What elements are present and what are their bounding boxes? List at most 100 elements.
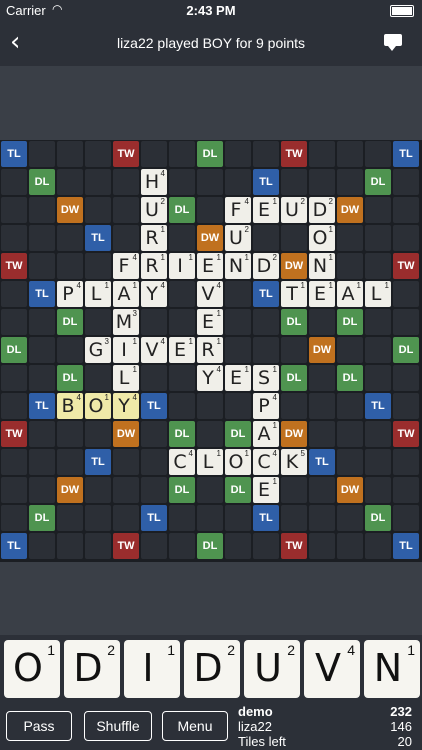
bonus-square[interactable]: TL: [253, 281, 279, 307]
bonus-square[interactable]: DL: [169, 421, 195, 447]
board-square[interactable]: [85, 505, 111, 531]
board-square[interactable]: [113, 225, 139, 251]
bonus-square[interactable]: DL: [225, 477, 251, 503]
board-square[interactable]: [85, 169, 111, 195]
board-square[interactable]: [85, 197, 111, 223]
board-square[interactable]: [337, 225, 363, 251]
bonus-square[interactable]: DL: [197, 533, 223, 559]
board-square[interactable]: [309, 505, 335, 531]
board-square[interactable]: [29, 309, 55, 335]
board-square[interactable]: [281, 393, 307, 419]
board-square[interactable]: [337, 393, 363, 419]
board-square[interactable]: [141, 449, 167, 475]
bonus-square[interactable]: DL: [365, 169, 391, 195]
bonus-square[interactable]: DW: [197, 225, 223, 251]
board-square[interactable]: [57, 253, 83, 279]
board-square[interactable]: [309, 309, 335, 335]
bonus-square[interactable]: DW: [57, 477, 83, 503]
board-square[interactable]: [393, 449, 419, 475]
bonus-square[interactable]: TW: [1, 421, 27, 447]
board-square[interactable]: [393, 365, 419, 391]
board-square[interactable]: [281, 169, 307, 195]
board-square[interactable]: [225, 309, 251, 335]
board-square[interactable]: [309, 141, 335, 167]
bonus-square[interactable]: TW: [1, 253, 27, 279]
board-square[interactable]: [57, 449, 83, 475]
board-square[interactable]: [29, 477, 55, 503]
board-square[interactable]: [253, 225, 279, 251]
bonus-square[interactable]: TL: [1, 141, 27, 167]
board-square[interactable]: [393, 309, 419, 335]
board-square[interactable]: [393, 197, 419, 223]
bonus-square[interactable]: TW: [113, 141, 139, 167]
board-square[interactable]: [141, 365, 167, 391]
bonus-square[interactable]: DL: [225, 421, 251, 447]
board-square[interactable]: [225, 141, 251, 167]
board-square[interactable]: [113, 505, 139, 531]
board-square[interactable]: [29, 533, 55, 559]
rack-tile[interactable]: D2: [64, 640, 120, 698]
board-square[interactable]: [197, 197, 223, 223]
board-square[interactable]: [1, 309, 27, 335]
board-square[interactable]: [57, 225, 83, 251]
board-square[interactable]: [29, 337, 55, 363]
board-square[interactable]: [365, 141, 391, 167]
board-square[interactable]: [393, 281, 419, 307]
bonus-square[interactable]: DW: [337, 197, 363, 223]
board-square[interactable]: [253, 309, 279, 335]
board-square[interactable]: [57, 505, 83, 531]
board-square[interactable]: [281, 225, 307, 251]
board-square[interactable]: [225, 169, 251, 195]
board-square[interactable]: [141, 309, 167, 335]
board-square[interactable]: [169, 225, 195, 251]
board-square[interactable]: [365, 421, 391, 447]
board-square[interactable]: [337, 533, 363, 559]
bonus-square[interactable]: DL: [365, 505, 391, 531]
board-square[interactable]: [365, 533, 391, 559]
board-square[interactable]: [393, 225, 419, 251]
bonus-square[interactable]: DL: [29, 505, 55, 531]
board-square[interactable]: [225, 505, 251, 531]
board-square[interactable]: [85, 309, 111, 335]
bonus-square[interactable]: DL: [337, 309, 363, 335]
board-square[interactable]: [141, 477, 167, 503]
board-square[interactable]: [281, 477, 307, 503]
bonus-square[interactable]: DW: [337, 477, 363, 503]
board-square[interactable]: [85, 533, 111, 559]
board-square[interactable]: [197, 421, 223, 447]
bonus-square[interactable]: DW: [309, 337, 335, 363]
board-square[interactable]: [365, 225, 391, 251]
board-square[interactable]: [309, 477, 335, 503]
board-square[interactable]: [365, 477, 391, 503]
board-square[interactable]: [309, 365, 335, 391]
game-board[interactable]: TL TW DL TW TL DL H 4 TL DL DW U 2 DL F 4 E 1 U 2 D 2 DW TL R 1 DW…: [0, 140, 422, 562]
bonus-square[interactable]: TL: [1, 533, 27, 559]
board-square[interactable]: [29, 421, 55, 447]
rack-tile[interactable]: O1: [4, 640, 60, 698]
board-square[interactable]: [169, 533, 195, 559]
board-square[interactable]: [169, 141, 195, 167]
board-square[interactable]: [113, 197, 139, 223]
board-square[interactable]: [113, 169, 139, 195]
board-square[interactable]: [29, 141, 55, 167]
rack-tile[interactable]: I1: [124, 640, 180, 698]
bonus-square[interactable]: DL: [197, 141, 223, 167]
bonus-square[interactable]: TL: [85, 225, 111, 251]
board-square[interactable]: [309, 421, 335, 447]
board-square[interactable]: [337, 253, 363, 279]
board-square[interactable]: [57, 421, 83, 447]
bonus-square[interactable]: DL: [57, 309, 83, 335]
board-square[interactable]: [1, 281, 27, 307]
board-square[interactable]: [393, 393, 419, 419]
board-square[interactable]: [253, 533, 279, 559]
board-square[interactable]: [337, 449, 363, 475]
board-square[interactable]: [197, 169, 223, 195]
bonus-square[interactable]: TL: [365, 393, 391, 419]
board-square[interactable]: [169, 505, 195, 531]
board-square[interactable]: [281, 337, 307, 363]
board-square[interactable]: [337, 337, 363, 363]
board-square[interactable]: [365, 449, 391, 475]
bonus-square[interactable]: TW: [281, 141, 307, 167]
board-square[interactable]: [309, 533, 335, 559]
board-square[interactable]: [225, 393, 251, 419]
